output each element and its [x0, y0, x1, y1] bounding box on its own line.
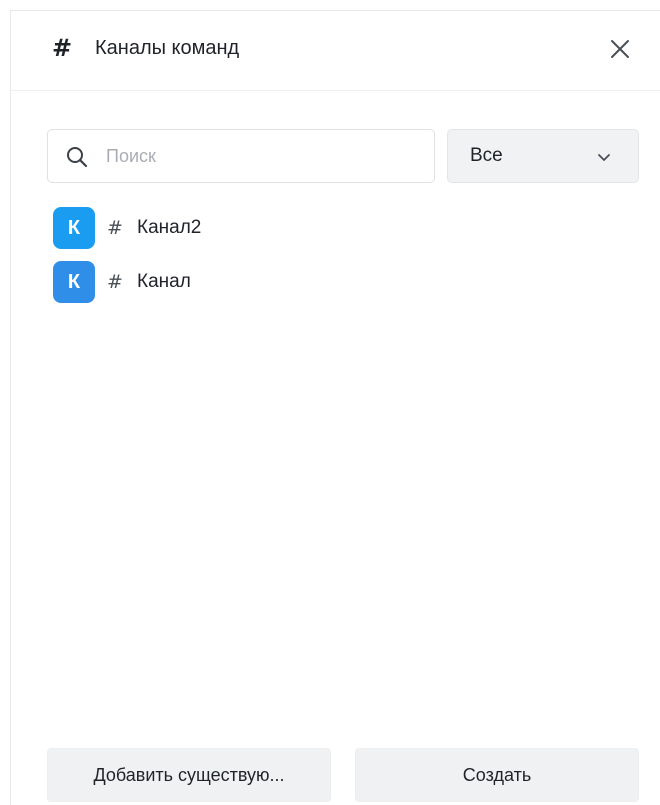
channel-avatar: К — [53, 261, 95, 303]
close-button[interactable] — [609, 38, 631, 60]
channel-avatar: К — [53, 207, 95, 249]
channel-item-kanal2[interactable]: К # Канал2 — [47, 207, 647, 251]
close-icon — [611, 40, 629, 58]
channel-name: Канал2 — [137, 217, 202, 238]
search-icon — [67, 147, 88, 168]
add-existing-button[interactable]: Добавить существую... — [47, 748, 331, 802]
channel-item-kanal[interactable]: К # Канал — [47, 261, 647, 305]
panel-title: Каналы команд — [95, 37, 240, 59]
create-button[interactable]: Создать — [355, 748, 639, 802]
team-channels-panel: # Каналы команд Все К # Канал2 К # Канал — [10, 10, 660, 805]
search-box[interactable] — [47, 129, 435, 183]
channel-hash-icon: # — [107, 217, 123, 239]
channel-name: Канал — [137, 271, 191, 292]
channel-hash-icon: # — [107, 271, 123, 293]
filter-selected-value: Все — [470, 145, 503, 166]
hash-icon: # — [52, 34, 73, 62]
filter-dropdown[interactable]: Все — [447, 129, 639, 183]
panel-header: # Каналы команд — [11, 11, 660, 91]
search-input[interactable] — [106, 140, 426, 172]
chevron-down-icon — [598, 154, 610, 161]
